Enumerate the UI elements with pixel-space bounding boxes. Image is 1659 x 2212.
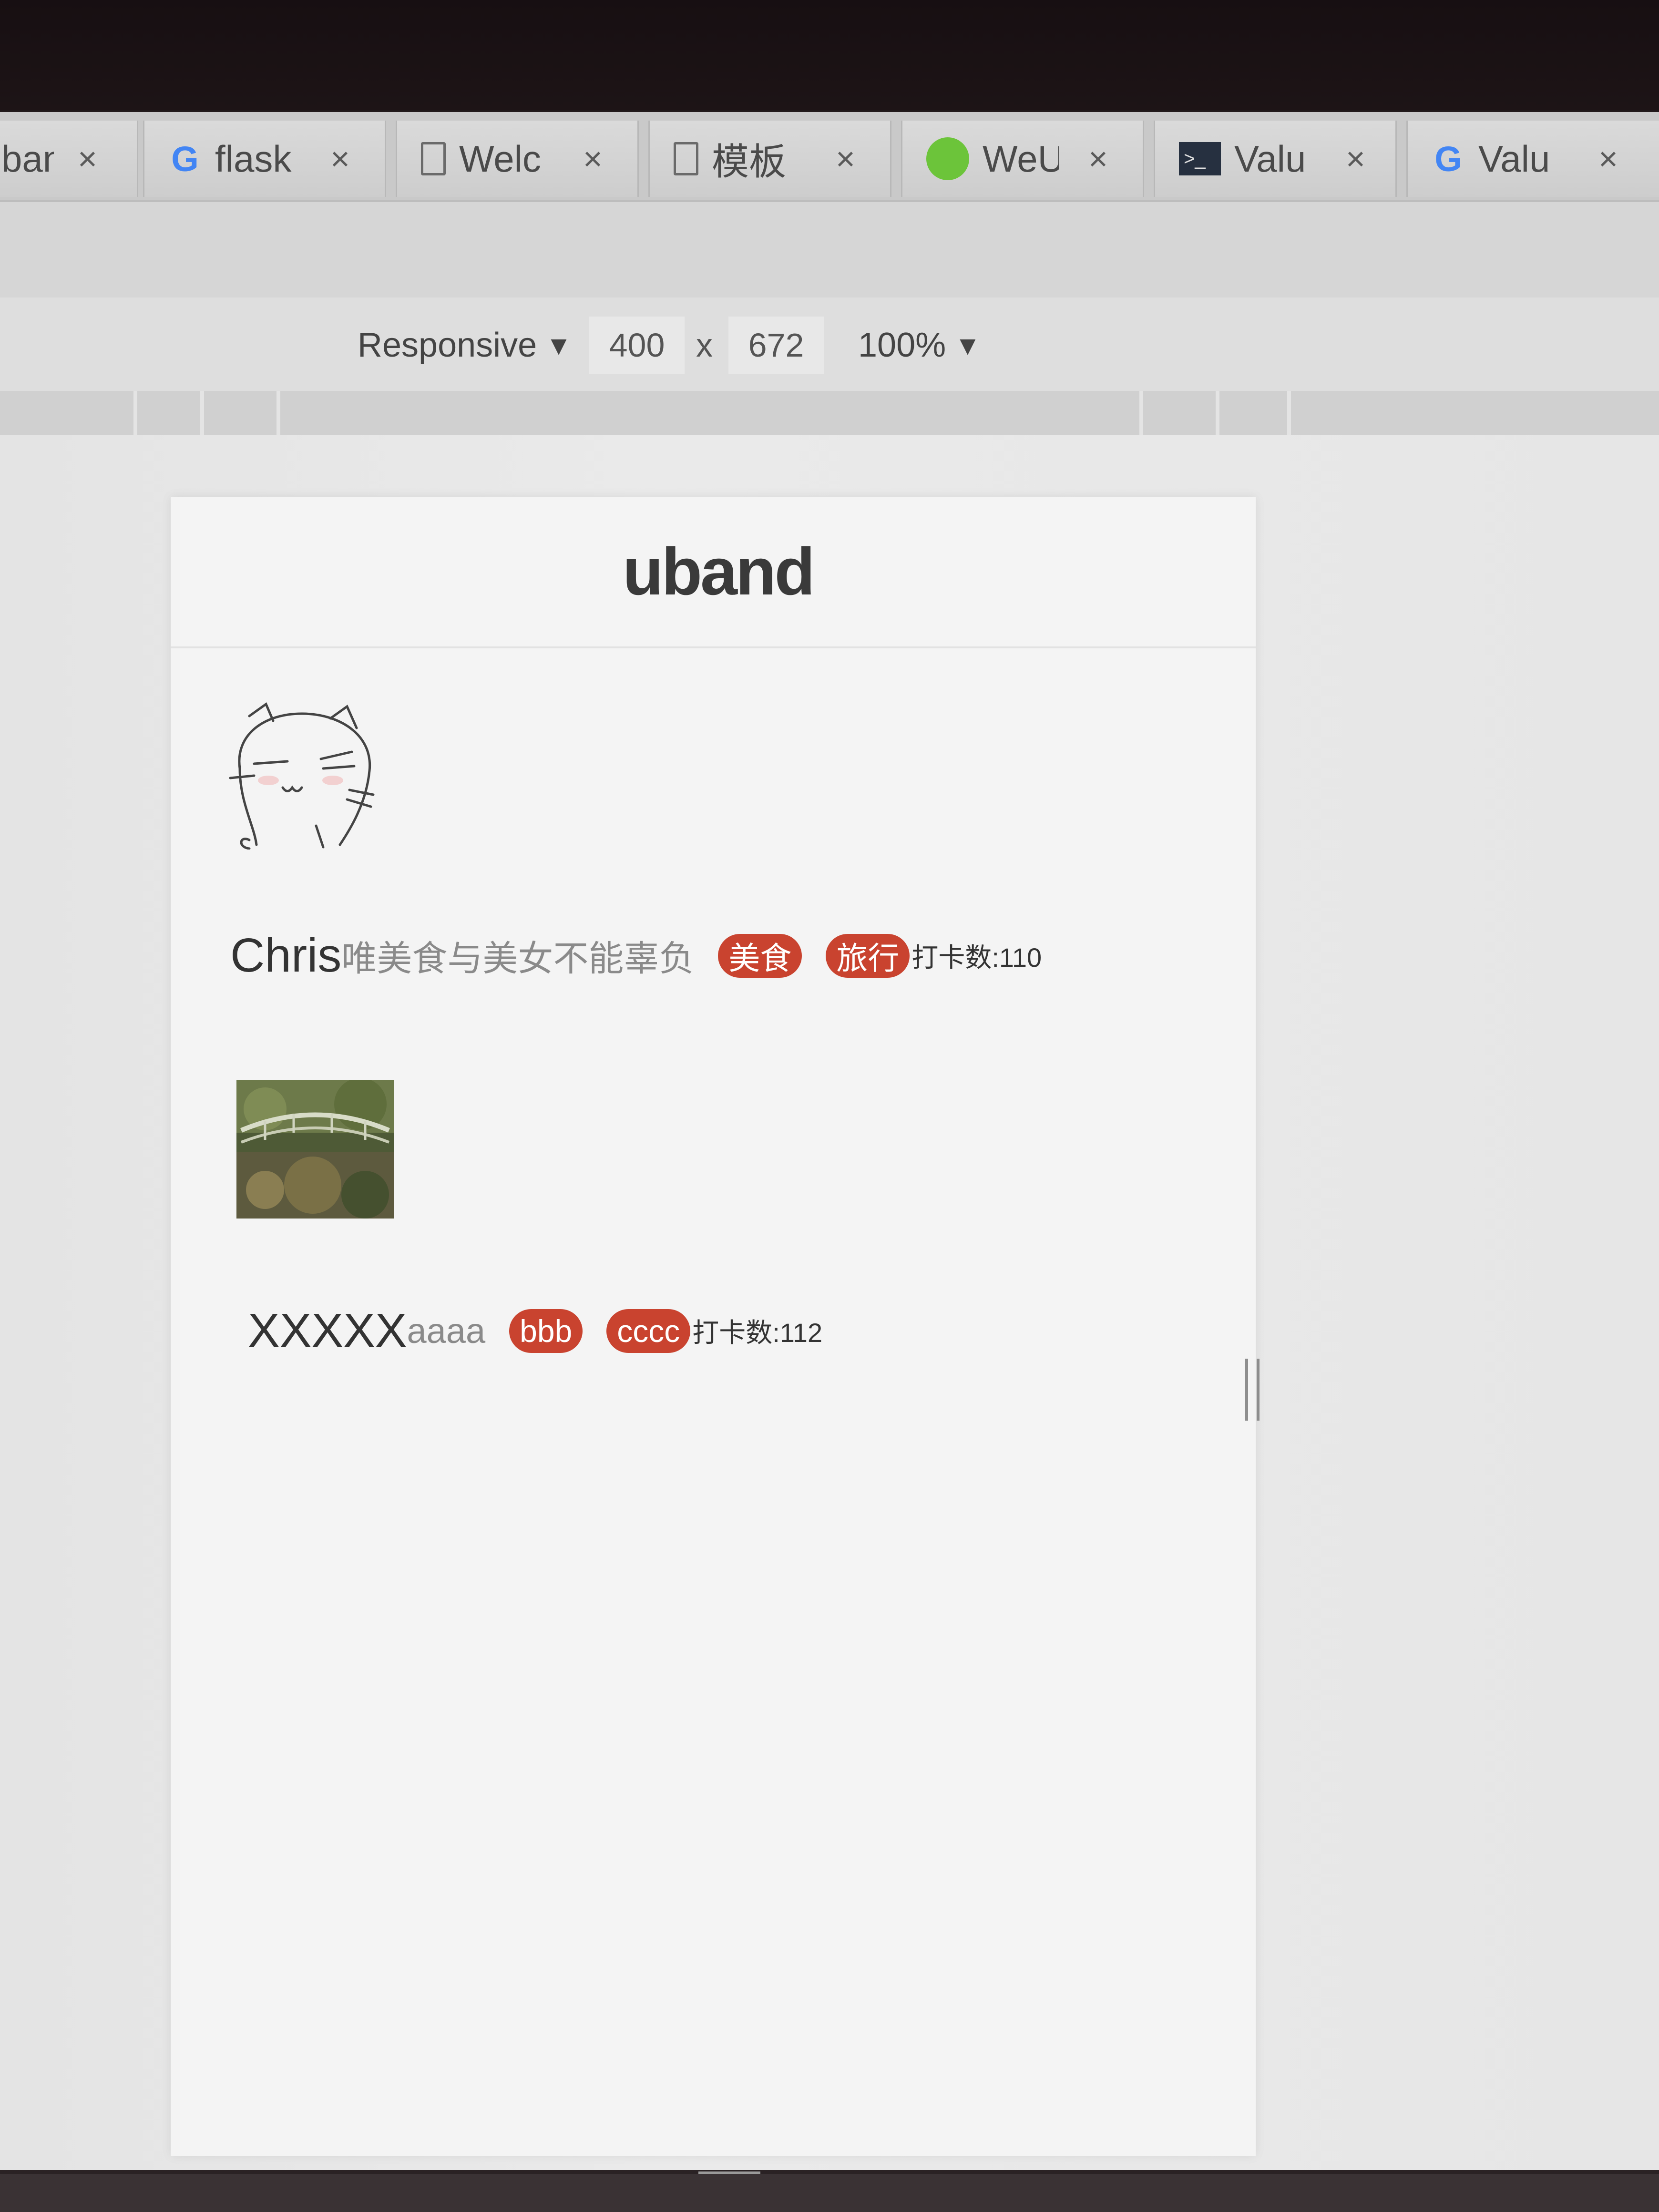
user-tag[interactable]: 旅行 bbox=[826, 933, 910, 978]
device-toolbar: Responsive ▼ 400 x 672 100% ▼ bbox=[0, 297, 1659, 393]
tab-title: Welc bbox=[459, 137, 540, 180]
device-frame: uband Chris 唯美食与美女不能辜负 美食 旅行 打卡数:110 XXX… bbox=[171, 497, 1256, 2156]
tab-title: Valu bbox=[1478, 137, 1550, 180]
user-bio: aaaa bbox=[407, 1311, 486, 1351]
chevron-down-icon: ▼ bbox=[954, 330, 981, 360]
app-logo: uband bbox=[623, 534, 815, 609]
device-preset-dropdown[interactable]: Responsive ▼ bbox=[358, 317, 572, 374]
device-preset-label: Responsive bbox=[358, 326, 537, 364]
browser-tab[interactable]: ban × bbox=[0, 121, 138, 197]
zoom-dropdown[interactable]: 100% ▼ bbox=[858, 317, 981, 374]
user-name: XXXXX bbox=[248, 1304, 407, 1357]
ruler-divider bbox=[1287, 391, 1291, 435]
ruler-divider bbox=[1216, 391, 1219, 435]
checkin-count: 打卡数:110 bbox=[911, 942, 1042, 973]
browser-tab[interactable]: Welc × bbox=[396, 121, 639, 197]
tab-close-icon[interactable]: × bbox=[583, 121, 603, 197]
browser-tab[interactable]: WeU × bbox=[901, 121, 1144, 197]
tab-close-icon[interactable]: × bbox=[1088, 121, 1108, 197]
tab-title: flask bbox=[215, 137, 292, 180]
height-input[interactable]: 672 bbox=[728, 317, 824, 374]
google-icon: G bbox=[1434, 139, 1462, 179]
tab-close-icon[interactable]: × bbox=[1346, 121, 1365, 197]
user-bio: 唯美食与美女不能辜负 bbox=[341, 939, 695, 978]
browser-tab[interactable]: G Valu × bbox=[1406, 121, 1659, 197]
browser-toolbar bbox=[0, 200, 1659, 299]
viewport-resize-handle[interactable] bbox=[1245, 1359, 1260, 1421]
user-tag[interactable]: cccc bbox=[606, 1309, 691, 1353]
document-icon bbox=[421, 142, 446, 175]
width-input[interactable]: 400 bbox=[589, 317, 685, 374]
tab-close-icon[interactable]: × bbox=[330, 121, 350, 197]
user-info-row[interactable]: Chris 唯美食与美女不能辜负 美食 旅行 打卡数:110 bbox=[230, 928, 1042, 983]
tab-title: Valu bbox=[1234, 137, 1306, 180]
app-header: uband bbox=[171, 497, 1256, 648]
user-info-row[interactable]: XXXXX aaaa bbb cccc 打卡数:112 bbox=[248, 1303, 822, 1358]
user-avatar[interactable] bbox=[221, 687, 383, 850]
google-icon: G bbox=[171, 139, 199, 179]
tab-close-icon[interactable]: × bbox=[1598, 121, 1618, 197]
document-icon bbox=[674, 142, 698, 175]
tab-title: 模板 bbox=[712, 141, 787, 183]
tab-title: ban bbox=[1, 137, 54, 180]
user-tag[interactable]: 美食 bbox=[718, 933, 802, 978]
tab-close-icon[interactable]: × bbox=[836, 121, 855, 197]
ruler-divider bbox=[276, 391, 280, 435]
terminal-icon: >_ bbox=[1179, 142, 1221, 175]
ruler-divider bbox=[200, 391, 204, 435]
browser-tab-strip: ban × G flask × Welc × 模板 × WeU × >_ Val… bbox=[0, 112, 1659, 200]
browser-tab[interactable]: G flask × bbox=[143, 121, 386, 197]
wechat-icon bbox=[926, 137, 969, 180]
ruler-divider bbox=[1139, 391, 1143, 435]
photo-screen: ban × G flask × Welc × 模板 × WeU × >_ Val… bbox=[0, 0, 1659, 2212]
tab-title: WeU bbox=[983, 137, 1059, 180]
browser-tab[interactable]: 模板 × bbox=[648, 121, 891, 197]
ruler-divider bbox=[133, 391, 137, 435]
user-name: Chris bbox=[230, 929, 342, 982]
times-icon: x bbox=[696, 327, 713, 364]
chevron-down-icon: ▼ bbox=[545, 330, 572, 360]
media-query-ruler bbox=[0, 391, 1659, 435]
browser-tab[interactable]: >_ Valu × bbox=[1154, 121, 1397, 197]
checkin-count: 打卡数:112 bbox=[692, 1318, 823, 1348]
zoom-label: 100% bbox=[858, 326, 946, 364]
tab-close-icon[interactable]: × bbox=[78, 121, 97, 197]
user-tag[interactable]: bbb bbox=[509, 1309, 583, 1353]
user-avatar[interactable] bbox=[236, 1080, 394, 1219]
monitor-bezel bbox=[0, 2174, 1659, 2212]
